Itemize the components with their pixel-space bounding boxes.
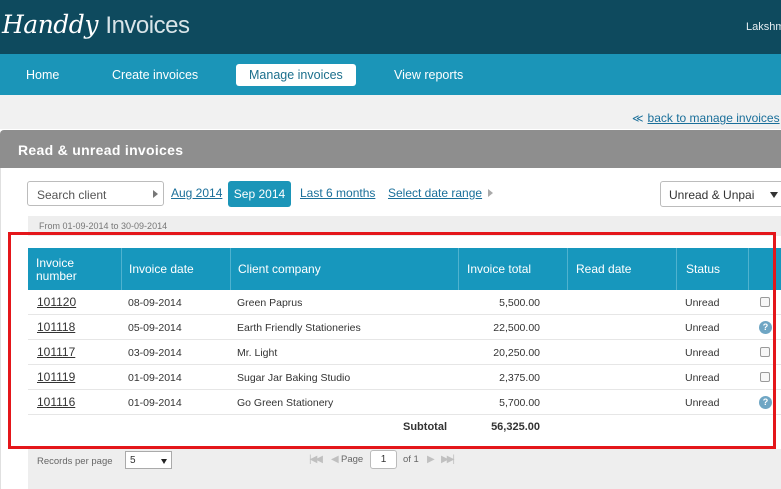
records-per-page-value: 5 (130, 455, 136, 466)
highlight-box (8, 232, 776, 449)
first-page-icon[interactable]: |◀◀ (309, 454, 323, 465)
search-client-input[interactable]: Search client (27, 181, 164, 206)
app-logo[interactable]: Handdy Invoices (2, 10, 190, 40)
records-per-page-label: Records per page (37, 456, 113, 467)
nav-manage-invoices[interactable]: Manage invoices (236, 64, 356, 86)
caret-right-icon (153, 190, 158, 198)
date-range-text: From 01-09-2014 to 30-09-2014 (39, 221, 168, 231)
chevron-down-icon (161, 459, 167, 464)
panel-title: Read & unread invoices (18, 142, 184, 158)
prev-page-icon[interactable]: ◀ (331, 454, 339, 465)
range-select-date-range[interactable]: Select date range (388, 186, 482, 200)
table-footer: Records per page 5 |◀◀ ◀ Page 1 of 1 ▶ ▶… (28, 449, 781, 489)
back-to-manage-invoices-link[interactable]: ≪ back to manage invoices (632, 111, 780, 125)
nav-create-invoices[interactable]: Create invoices (99, 64, 211, 86)
records-per-page-select[interactable]: 5 (125, 451, 172, 469)
status-filter-value: Unread & Unpai (669, 188, 755, 202)
page-of-label: of 1 (403, 454, 419, 465)
nav-view-reports[interactable]: View reports (381, 64, 476, 86)
panel-header: Read & unread invoices (0, 130, 781, 168)
logo-script-text: Handdy (2, 10, 98, 39)
chevron-down-icon (770, 192, 778, 198)
range-aug-2014[interactable]: Aug 2014 (171, 186, 222, 200)
double-left-arrow-icon: ≪ (632, 113, 644, 125)
last-page-icon[interactable]: ▶▶| (441, 454, 455, 465)
next-page-icon[interactable]: ▶ (427, 454, 435, 465)
status-filter-select[interactable]: Unread & Unpai (660, 181, 781, 207)
range-last-6-months[interactable]: Last 6 months (300, 186, 375, 200)
top-header: Handdy Invoices Lakshm (0, 0, 781, 54)
nav-home[interactable]: Home (13, 64, 72, 86)
search-client-placeholder: Search client (37, 188, 107, 202)
page-number-input[interactable]: 1 (370, 450, 397, 469)
logo-plain-text: Invoices (105, 12, 190, 39)
caret-right-icon (488, 189, 493, 197)
main-nav: Home Create invoices Manage invoices Vie… (0, 54, 781, 95)
page-label: Page (341, 454, 364, 465)
sub-header: ≪ back to manage invoices (0, 95, 781, 129)
back-link-label: back to manage invoices (647, 111, 780, 125)
range-sep-2014[interactable]: Sep 2014 (228, 181, 291, 207)
user-name[interactable]: Lakshm (746, 21, 781, 33)
